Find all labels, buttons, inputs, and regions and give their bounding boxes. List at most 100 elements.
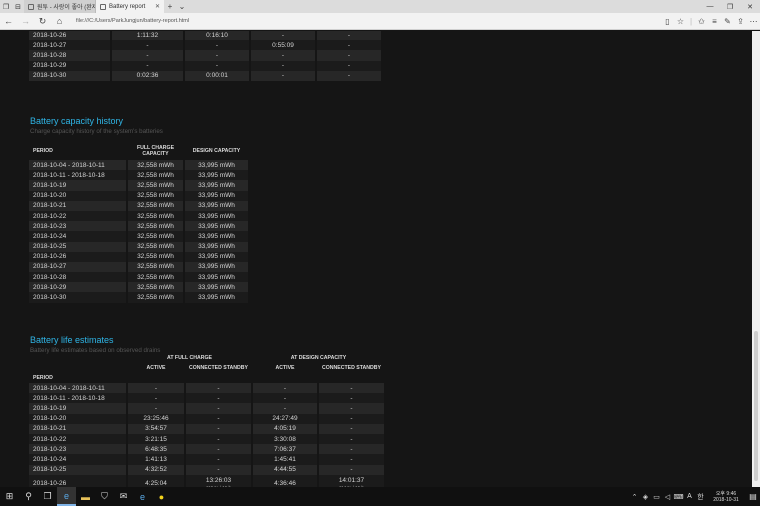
cell-text: 0:00:01 bbox=[206, 72, 228, 80]
cell-text: 2018-10-29 bbox=[33, 283, 67, 291]
reading-view-icon[interactable]: ▯ bbox=[661, 17, 674, 26]
new-tab-icon[interactable]: + bbox=[164, 2, 176, 11]
chevron-up-icon[interactable]: ⌃ bbox=[629, 493, 640, 501]
store-icon[interactable]: ⛉ bbox=[95, 487, 114, 506]
maximize-icon[interactable]: ❐ bbox=[720, 3, 740, 11]
kakaotalk-icon[interactable]: ● bbox=[152, 487, 171, 506]
table-row: 2018-10-27 - - 0:55:09 - bbox=[29, 40, 383, 51]
edge-browser-icon[interactable]: e bbox=[57, 487, 76, 506]
share-icon[interactable]: ⇪ bbox=[734, 17, 747, 26]
cell-text: 4:25:04 bbox=[145, 480, 167, 487]
life-cell: - bbox=[185, 464, 253, 475]
file-explorer-icon[interactable]: ▬ bbox=[76, 487, 95, 506]
cell-text: 2018-10-30 bbox=[33, 294, 67, 302]
cell-text: 24:27:49 bbox=[272, 415, 298, 423]
tab-music[interactable]: 원투 - 사랑이 좋아 (완제목) bbox=[24, 0, 96, 13]
capacity-cell: 32,558 mWh bbox=[127, 241, 185, 252]
cell-text: 33,995 mWh bbox=[198, 161, 235, 169]
internet-explorer-icon[interactable]: e bbox=[133, 487, 152, 506]
life-cell: 13:26:03119 % / 16 h bbox=[185, 474, 253, 487]
task-view-icon[interactable]: ❒ bbox=[38, 487, 57, 506]
capacity-cell: 33,995 mWh bbox=[184, 241, 250, 252]
page-scrollbar[interactable] bbox=[752, 31, 760, 487]
refresh-icon[interactable]: ↻ bbox=[34, 13, 51, 30]
capacity-cell: 2018-10-30 bbox=[29, 292, 128, 303]
capacity-cell: 2018-10-19 bbox=[29, 180, 128, 191]
close-tab-icon[interactable]: ✕ bbox=[155, 3, 160, 10]
forward-icon[interactable]: → bbox=[17, 13, 34, 30]
home-icon[interactable]: ⌂ bbox=[51, 13, 68, 30]
battery-icon[interactable]: ▭ bbox=[651, 493, 662, 501]
cell-text: 2018-10-30 bbox=[33, 72, 67, 80]
cell-text: 2018-10-04 - 2018-10-11 bbox=[33, 384, 105, 392]
keyboard-icon[interactable]: ⌨ bbox=[673, 493, 684, 501]
capacity-cell: 33,995 mWh bbox=[184, 261, 250, 273]
network-icon[interactable]: ◈ bbox=[640, 493, 651, 501]
tab-preview-icon[interactable]: ⊟ bbox=[12, 0, 24, 13]
notification-center-icon[interactable]: ▤ bbox=[746, 492, 760, 501]
close-window-icon[interactable]: ✕ bbox=[740, 3, 760, 11]
capacity-cell: 32,558 mWh bbox=[127, 210, 185, 222]
cell-text: - bbox=[154, 394, 158, 402]
life-cell: 4:05:19 bbox=[251, 423, 319, 434]
cell-text: 23:25:46 bbox=[143, 415, 169, 423]
ime-indicator[interactable]: A bbox=[684, 493, 695, 500]
table-row: 2018-10-28 32,558 mWh 33,995 mWh bbox=[29, 272, 250, 283]
cell-text: 2018-10-28 bbox=[33, 51, 67, 59]
search-icon[interactable]: ⚲ bbox=[19, 487, 38, 506]
cell-text: 32,558 mWh bbox=[137, 243, 174, 251]
favorites-icon[interactable]: ✩ bbox=[695, 17, 708, 26]
table-row: 2018-10-04 - 2018-10-11 32,558 mWh 33,995 … bbox=[29, 160, 250, 171]
cell-text: 32,558 mWh bbox=[137, 263, 174, 271]
reading-list-icon[interactable]: ≡ bbox=[708, 17, 721, 26]
cell-text: - bbox=[350, 425, 353, 433]
cell-text: - bbox=[350, 455, 353, 463]
usage-cell: 0:02:36 bbox=[111, 70, 185, 81]
more-icon[interactable]: ⋯ bbox=[747, 17, 760, 26]
capacity-cell: 2018-10-29 bbox=[29, 282, 128, 293]
minimize-icon[interactable]: — bbox=[700, 3, 720, 11]
cell-text: 33,995 mWh bbox=[198, 253, 235, 261]
tab-actions-icon[interactable]: ❐ bbox=[0, 0, 12, 13]
group-design-capacity: AT DESIGN CAPACITY bbox=[290, 355, 347, 361]
windows-start-icon[interactable]: ⊞ bbox=[0, 487, 19, 506]
capacity-cell: 32,558 mWh bbox=[127, 251, 185, 262]
cell-text: - bbox=[350, 445, 353, 453]
scrollbar-thumb[interactable] bbox=[754, 331, 758, 481]
table-row: 2018-10-11 - 2018-10-18 - - - - bbox=[29, 393, 386, 404]
cell-text: - bbox=[347, 31, 351, 39]
col-full-charge: FULL CHARGE CAPACITY bbox=[136, 144, 175, 158]
table-row: 2018-10-30 0:02:36 0:00:01 - - bbox=[29, 70, 383, 81]
usage-cell: 2018-10-27 bbox=[29, 40, 112, 51]
life-cell: - bbox=[317, 423, 386, 434]
chevron-down-icon[interactable]: ⌄ bbox=[176, 2, 188, 11]
cell-text: 32,558 mWh bbox=[137, 283, 174, 291]
ime-mode-indicator[interactable]: 한 bbox=[695, 492, 706, 502]
cell-text: 7:06:37 bbox=[274, 445, 296, 453]
volume-icon[interactable]: ◁ bbox=[662, 493, 673, 501]
cell-text: 2018-10-26 bbox=[33, 253, 67, 261]
table-row: 2018-10-23 6:48:35 - 7:06:37 - bbox=[29, 444, 386, 455]
back-icon[interactable]: ← bbox=[0, 13, 17, 30]
life-cell: 3:21:15 bbox=[127, 433, 186, 445]
capacity-cell: 2018-10-24 bbox=[29, 231, 128, 242]
capacity-cell: 32,558 mWh bbox=[127, 272, 185, 283]
cell-text: 0:16:10 bbox=[206, 31, 228, 39]
cell-text: 2018-10-04 - 2018-10-11 bbox=[33, 161, 105, 169]
pen-icon[interactable]: ✎ bbox=[721, 17, 734, 26]
favorite-star-icon[interactable]: ☆ bbox=[674, 17, 687, 26]
table-row: 2018-10-04 - 2018-10-11 - - - - bbox=[29, 383, 386, 394]
mail-icon[interactable]: ✉ bbox=[114, 487, 133, 506]
life-cell: 14:01:37114 % / 16 h bbox=[317, 474, 386, 487]
clock[interactable]: 오후 9:46 2018-10-31 bbox=[706, 491, 746, 503]
cell-text: - bbox=[347, 51, 351, 59]
cell-text: - bbox=[146, 62, 149, 70]
cell-text: - bbox=[215, 41, 219, 49]
url-field[interactable]: file:///C:/Users/ParkJungjun/battery-rep… bbox=[76, 18, 661, 24]
cell-text: 2018-10-11 - 2018-10-18 bbox=[33, 394, 105, 402]
cell-text: 2018-10-22 bbox=[33, 435, 67, 443]
cell-text: - bbox=[217, 384, 220, 392]
cell-text: 4:05:19 bbox=[274, 425, 296, 433]
tab-battery-report[interactable]: Battery report ✕ bbox=[96, 0, 164, 13]
col-active-full: ACTIVE bbox=[146, 365, 166, 371]
